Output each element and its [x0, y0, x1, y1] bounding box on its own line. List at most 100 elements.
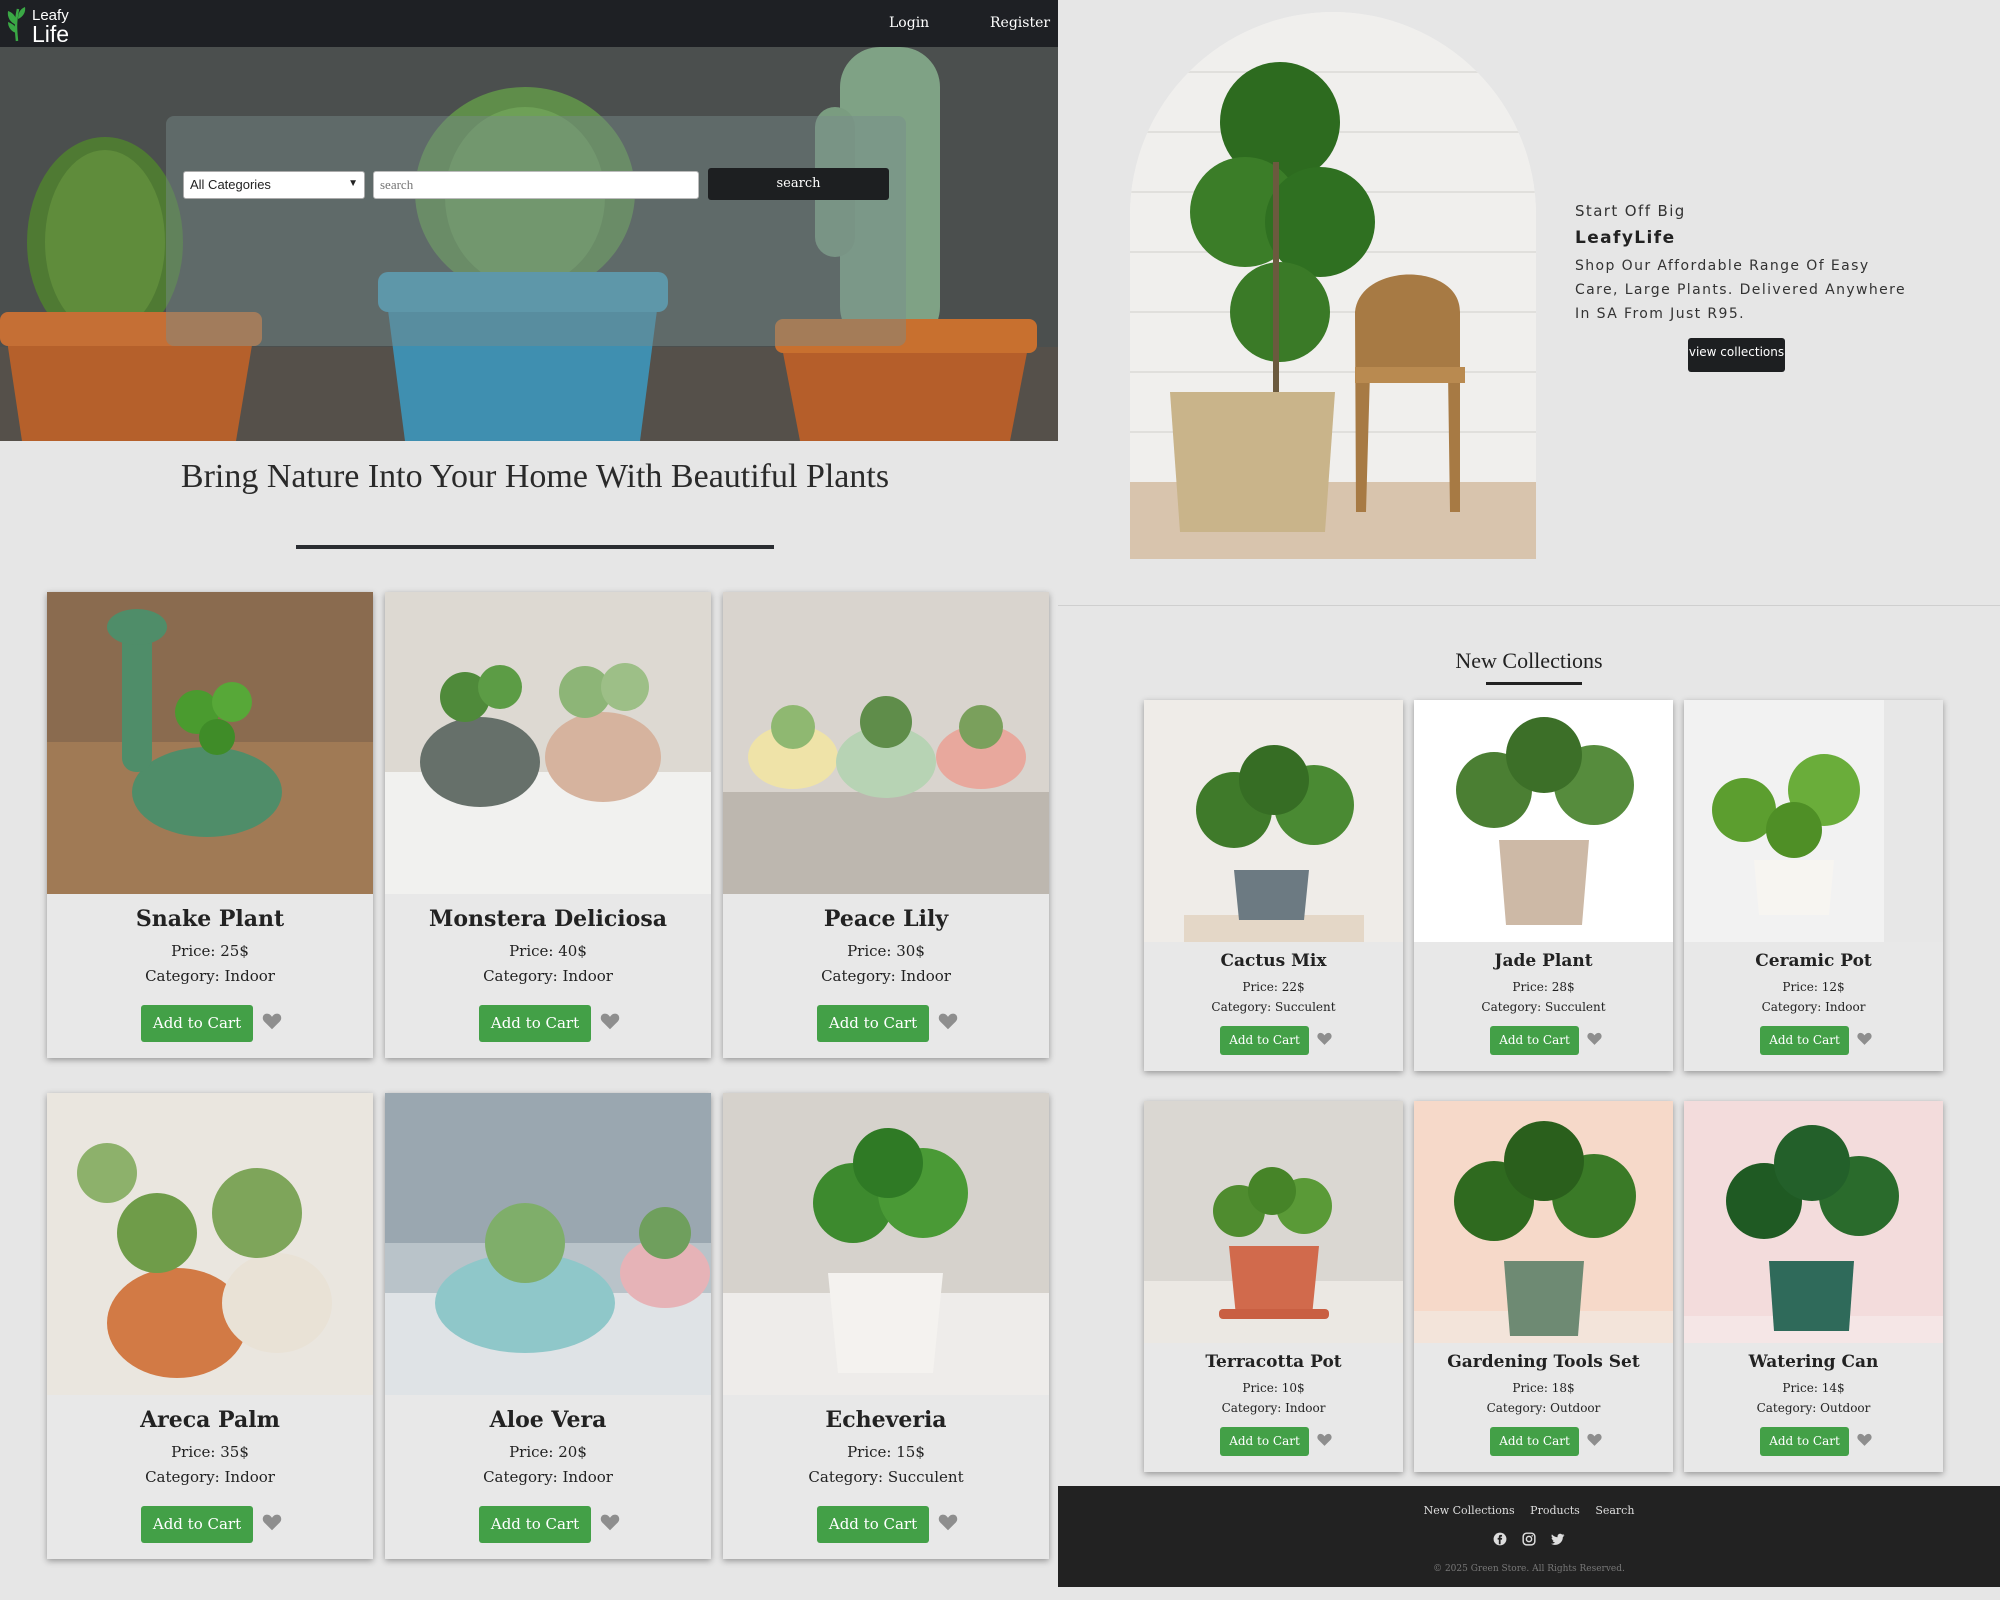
product-name: Monstera Deliciosa — [429, 906, 667, 932]
add-to-cart-button[interactable]: Add to Cart — [479, 1506, 591, 1543]
product-price: Price: 28$ — [1512, 980, 1575, 994]
product-name: Jade Plant — [1494, 951, 1593, 971]
product-category: Category: Indoor — [1761, 1000, 1866, 1014]
copyright-text: © 2025 Green Store. All Rights Reserved. — [1433, 1564, 1625, 1574]
category-select-value: All Categories — [190, 177, 271, 192]
brand-line2: Life — [32, 21, 70, 47]
footer-link-search[interactable]: Search — [1595, 1504, 1634, 1517]
product-card: Areca Palm Price: 35$ Category: Indoor A… — [47, 1093, 373, 1559]
product-category: Category: Outdoor — [1756, 1401, 1871, 1415]
instagram-icon[interactable] — [1522, 1532, 1536, 1546]
product-price: Price: 20$ — [509, 1443, 587, 1461]
search-button[interactable]: search — [708, 168, 889, 200]
search-input[interactable] — [373, 171, 699, 199]
heart-icon[interactable] — [599, 1511, 621, 1533]
product-category: Category: Succulent — [1481, 1000, 1606, 1014]
tagline-divider — [296, 545, 774, 549]
heart-icon[interactable] — [1586, 1030, 1603, 1047]
view-collections-button[interactable]: view collections — [1688, 338, 1785, 372]
footer-link-products[interactable]: Products — [1530, 1504, 1580, 1517]
product-price: Price: 25$ — [171, 942, 249, 960]
product-category: Category: Indoor — [483, 1468, 613, 1486]
add-to-cart-button[interactable]: Add to Cart — [141, 1005, 253, 1042]
product-category: Category: Succulent — [808, 1468, 964, 1486]
product-category: Category: Indoor — [821, 967, 951, 985]
heart-icon[interactable] — [1856, 1030, 1873, 1047]
home-page-right: Start Off Big LeafyLife Shop Our Afforda… — [1058, 0, 2000, 1600]
product-image[interactable] — [47, 1093, 373, 1395]
heart-icon[interactable] — [599, 1010, 621, 1032]
product-name: Areca Palm — [140, 1407, 280, 1433]
collection-card: Watering Can Price: 14$ Category: Outdoo… — [1684, 1101, 1943, 1472]
promo-image — [1130, 12, 1536, 559]
login-link[interactable]: Login — [889, 15, 929, 31]
product-price: Price: 40$ — [509, 942, 587, 960]
heart-icon[interactable] — [1316, 1431, 1333, 1448]
product-price: Price: 15$ — [847, 1443, 925, 1461]
heart-icon[interactable] — [1586, 1431, 1603, 1448]
heart-icon[interactable] — [1856, 1431, 1873, 1448]
promo-description: Shop Our Affordable Range Of Easy Care, … — [1575, 258, 1907, 322]
product-price: Price: 18$ — [1512, 1381, 1575, 1395]
category-select[interactable]: All Categories ▼ — [183, 171, 365, 199]
add-to-cart-button[interactable]: Add to Cart — [1490, 1026, 1579, 1055]
product-price: Price: 30$ — [847, 942, 925, 960]
product-image[interactable] — [1684, 700, 1943, 942]
product-price: Price: 14$ — [1782, 1381, 1845, 1395]
product-name: Terracotta Pot — [1205, 1352, 1342, 1372]
product-image[interactable] — [385, 1093, 711, 1395]
heart-icon[interactable] — [937, 1511, 959, 1533]
product-category: Category: Indoor — [145, 1468, 275, 1486]
heart-icon[interactable] — [937, 1010, 959, 1032]
product-name: Peace Lily — [823, 906, 949, 932]
page-tagline: Bring Nature Into Your Home With Beautif… — [180, 458, 890, 495]
product-image[interactable] — [385, 592, 711, 894]
product-price: Price: 22$ — [1242, 980, 1305, 994]
product-category: Category: Indoor — [145, 967, 275, 985]
add-to-cart-button[interactable]: Add to Cart — [1760, 1026, 1849, 1055]
product-category: Category: Indoor — [1221, 1401, 1326, 1415]
footer-link-new-collections[interactable]: New Collections — [1424, 1504, 1515, 1517]
add-to-cart-button[interactable]: Add to Cart — [1760, 1427, 1849, 1456]
product-image[interactable] — [47, 592, 373, 894]
heart-icon[interactable] — [261, 1511, 283, 1533]
product-name: Aloe Vera — [489, 1407, 607, 1433]
product-image[interactable] — [723, 592, 1049, 894]
product-price: Price: 10$ — [1242, 1381, 1305, 1395]
heart-icon[interactable] — [261, 1010, 283, 1032]
collection-card: Jade Plant Price: 28$ Category: Succulen… — [1414, 700, 1673, 1071]
add-to-cart-button[interactable]: Add to Cart — [1490, 1427, 1579, 1456]
promo-kicker: Start Off Big — [1575, 202, 1686, 220]
add-to-cart-button[interactable]: Add to Cart — [817, 1506, 929, 1543]
new-collections-title: New Collections — [1455, 648, 1603, 673]
navbar: Leafy Life Login Register — [0, 0, 1058, 47]
product-price: Price: 35$ — [171, 1443, 249, 1461]
product-name: Cactus Mix — [1220, 951, 1327, 971]
product-image[interactable] — [1144, 700, 1403, 942]
product-image[interactable] — [1414, 700, 1673, 942]
product-card: Peace Lily Price: 30$ Category: Indoor A… — [723, 592, 1049, 1058]
section-divider — [1058, 605, 2000, 606]
twitter-icon[interactable] — [1551, 1532, 1565, 1546]
product-image[interactable] — [1144, 1101, 1403, 1343]
product-image[interactable] — [1684, 1101, 1943, 1343]
facebook-icon[interactable] — [1493, 1532, 1507, 1546]
collection-card: Gardening Tools Set Price: 18$ Category:… — [1414, 1101, 1673, 1472]
brand-logo[interactable]: Leafy Life — [6, 5, 69, 46]
collection-card: Ceramic Pot Price: 12$ Category: Indoor … — [1684, 700, 1943, 1071]
leaf-icon — [7, 7, 26, 42]
footer-links: New Collections Products Search — [1058, 1504, 2000, 1517]
add-to-cart-button[interactable]: Add to Cart — [479, 1005, 591, 1042]
add-to-cart-button[interactable]: Add to Cart — [1220, 1427, 1309, 1456]
home-page-left: Leafy Life Login Register All Categories… — [0, 0, 1058, 1600]
register-link[interactable]: Register — [990, 15, 1050, 31]
new-collections-underline — [1486, 682, 1582, 685]
add-to-cart-button[interactable]: Add to Cart — [817, 1005, 929, 1042]
social-icons — [1058, 1532, 2000, 1546]
add-to-cart-button[interactable]: Add to Cart — [1220, 1026, 1309, 1055]
product-image[interactable] — [1414, 1101, 1673, 1343]
add-to-cart-button[interactable]: Add to Cart — [141, 1506, 253, 1543]
heart-icon[interactable] — [1316, 1030, 1333, 1047]
product-image[interactable] — [723, 1093, 1049, 1395]
collection-card: Cactus Mix Price: 22$ Category: Succulen… — [1144, 700, 1403, 1071]
